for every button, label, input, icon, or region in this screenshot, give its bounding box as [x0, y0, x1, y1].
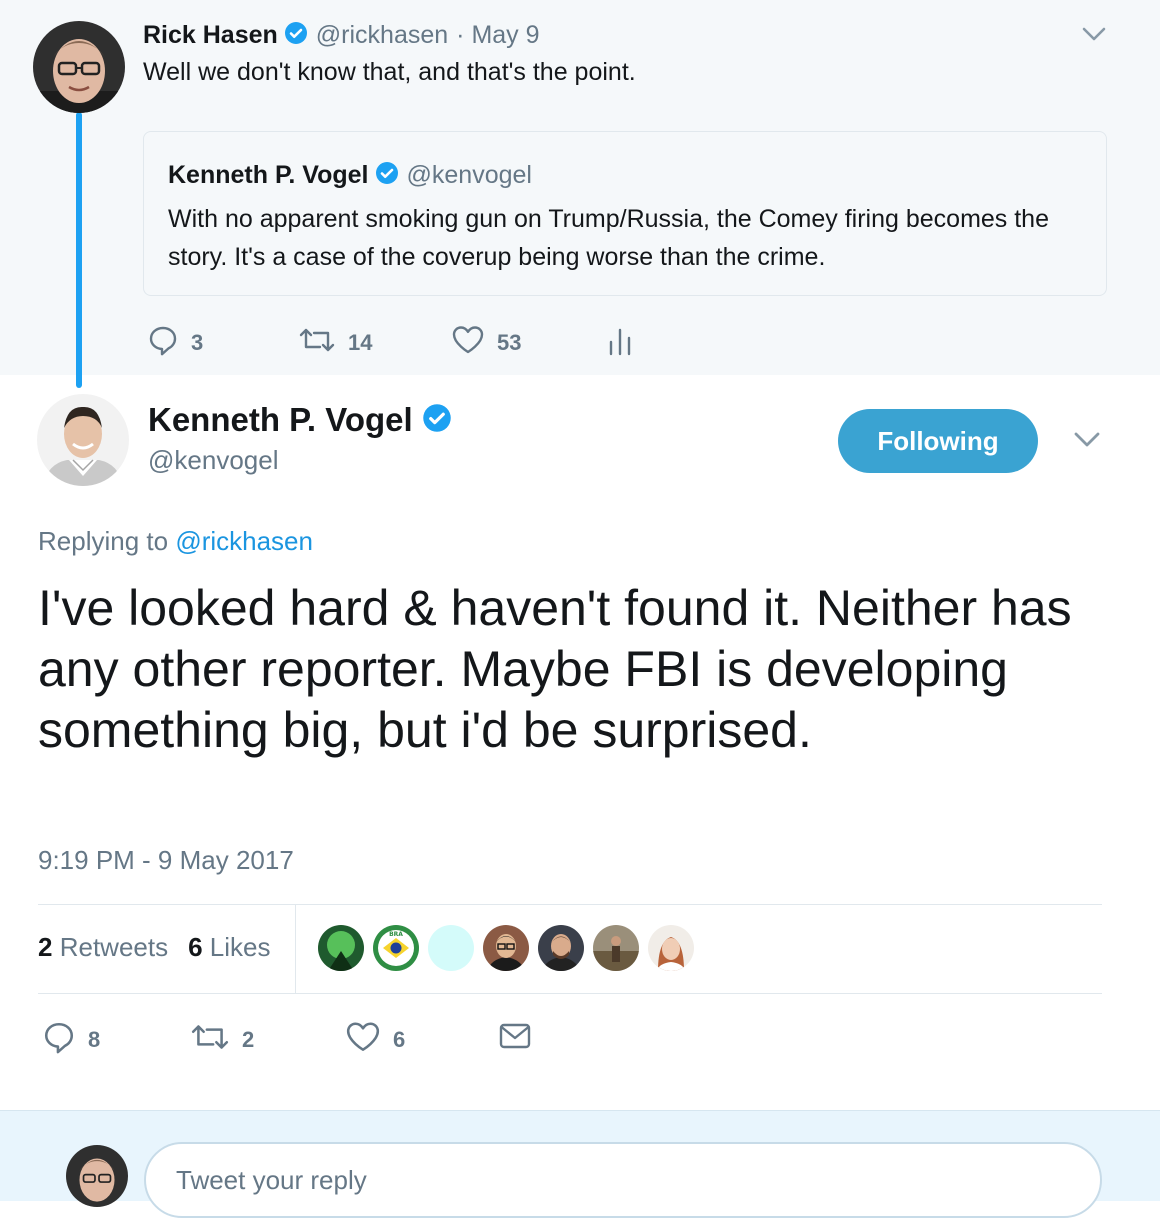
reply-input[interactable]	[144, 1142, 1102, 1218]
avatar[interactable]	[33, 21, 125, 113]
tweet-stats: 2 Retweets 6 Likes	[38, 932, 271, 963]
tweet-timestamp[interactable]: 9:19 PM - 9 May 2017	[38, 845, 294, 876]
thread-connector	[76, 112, 82, 388]
quoted-tweet-text: With no apparent smoking gun on Trump/Ru…	[168, 205, 1049, 271]
likes-stat[interactable]: 6 Likes	[188, 932, 270, 963]
liker-avatar[interactable]	[648, 925, 694, 971]
retweet-count: 14	[348, 329, 373, 355]
like-button[interactable]: 53	[451, 324, 521, 361]
chevron-down-icon[interactable]	[1072, 428, 1102, 455]
verified-icon	[422, 403, 452, 438]
verified-icon	[284, 21, 308, 50]
heart-icon	[345, 1020, 381, 1059]
verified-icon	[375, 161, 399, 190]
reply-button[interactable]: 3	[147, 324, 203, 361]
liker-avatars: BRA	[318, 925, 694, 971]
replying-to: Replying to @rickhasen	[38, 526, 313, 557]
retweet-icon	[298, 324, 336, 361]
divider	[38, 993, 1102, 994]
like-count: 6	[393, 1026, 406, 1052]
chevron-down-icon[interactable]	[1080, 24, 1108, 49]
liker-avatar[interactable]	[593, 925, 639, 971]
reply-count: 8	[88, 1026, 101, 1052]
retweets-stat[interactable]: 2 Retweets	[38, 932, 168, 963]
avatar	[66, 1145, 128, 1207]
author-handle[interactable]: @rickhasen	[316, 21, 448, 50]
reply-count: 3	[191, 329, 204, 355]
replying-label: Replying to	[38, 526, 169, 556]
like-button[interactable]: 6	[345, 1020, 405, 1059]
liker-avatar[interactable]	[538, 925, 584, 971]
direct-message-icon[interactable]	[498, 1021, 532, 1056]
retweet-button[interactable]: 2	[190, 1020, 254, 1059]
likes-stat-label: Likes	[209, 932, 271, 962]
liker-avatar[interactable]	[318, 925, 364, 971]
heart-icon	[451, 324, 485, 361]
reply-button[interactable]: 8	[42, 1020, 100, 1059]
quoted-tweet-header: Kenneth P. Vogel @kenvogel	[168, 158, 532, 192]
tweet-text: Well we don't know that, and that's the …	[143, 58, 636, 86]
quoted-author-name: Kenneth P. Vogel	[168, 160, 369, 189]
like-count: 53	[497, 329, 522, 355]
liker-avatar[interactable]: BRA	[373, 925, 419, 971]
quoted-tweet[interactable]: Kenneth P. Vogel @kenvogel With no appar…	[143, 131, 1107, 296]
analytics-icon[interactable]	[607, 326, 633, 361]
replying-handle-link[interactable]: @rickhasen	[175, 526, 313, 556]
tweet-date[interactable]: · May 9	[456, 21, 539, 50]
liker-avatar[interactable]	[428, 925, 474, 971]
parent-tweet-header: Rick Hasen @rickhasen · May 9	[143, 18, 540, 52]
reply-icon	[42, 1020, 76, 1059]
tweet-text: I've looked hard & haven't found it. Nei…	[38, 580, 1072, 758]
quoted-author-handle: @kenvogel	[406, 160, 532, 189]
liker-avatar[interactable]	[483, 925, 529, 971]
divider	[38, 904, 1102, 905]
author-name[interactable]: Kenneth P. Vogel	[148, 401, 413, 439]
main-tweet-header: Kenneth P. Vogel	[148, 398, 452, 442]
author-handle[interactable]: @kenvogel	[148, 445, 278, 476]
following-button[interactable]: Following	[838, 409, 1038, 473]
retweet-icon	[190, 1020, 230, 1059]
likes-stat-count: 6	[188, 932, 203, 962]
retweet-button[interactable]: 14	[298, 324, 372, 361]
badge-text: BRA	[389, 931, 403, 938]
reply-icon	[147, 324, 179, 361]
retweets-stat-count: 2	[38, 932, 53, 962]
author-name[interactable]: Rick Hasen	[143, 21, 278, 50]
retweets-stat-label: Retweets	[59, 932, 169, 962]
retweet-count: 2	[242, 1026, 255, 1052]
avatar[interactable]	[37, 394, 129, 486]
divider	[295, 905, 296, 993]
